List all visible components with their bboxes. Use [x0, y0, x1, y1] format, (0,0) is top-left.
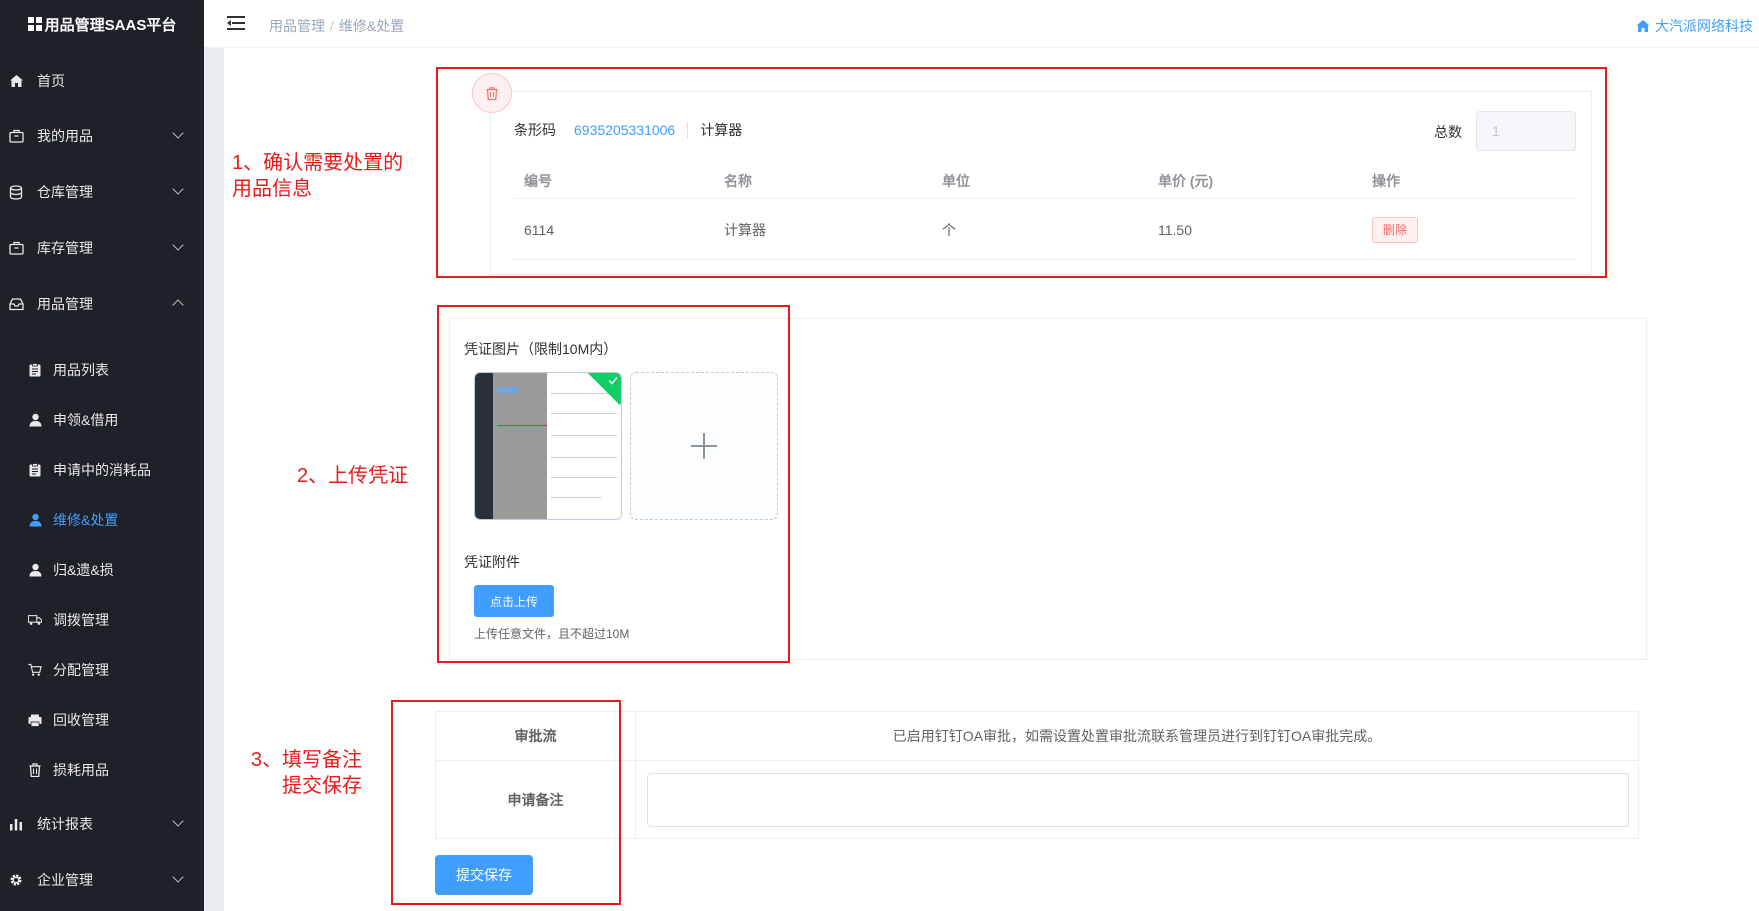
sidebar-subitem-pending-consumables[interactable]: 申请中的消耗品 [0, 450, 204, 490]
trash-icon [28, 763, 42, 777]
sidebar-item-inventory[interactable]: 库存管理 [0, 228, 204, 268]
sidebar-subitem-label: 维修&处置 [53, 512, 119, 528]
annotation-step3: 3、填写备注 提交保存 [250, 749, 362, 797]
sidebar-item-label: 我的用品 [37, 128, 93, 144]
sidebar-item-label: 企业管理 [37, 872, 93, 888]
sidebar-item-home[interactable]: 首页 [0, 61, 204, 101]
sidebar-subitem-claim-borrow[interactable]: 申领&借用 [0, 400, 204, 440]
printer-icon [28, 713, 42, 727]
sidebar-item-supplies-management[interactable]: 用品管理 [0, 284, 204, 324]
user-icon [28, 513, 42, 527]
annotation-box-step1 [436, 67, 1607, 278]
sidebar-subitem-label: 申领&借用 [53, 412, 119, 428]
sidebar-item-label: 仓库管理 [37, 184, 93, 200]
sidebar-item-label: 用品管理 [37, 296, 93, 312]
cart-icon [28, 663, 42, 677]
breadcrumb-item[interactable]: 用品管理 [269, 18, 325, 34]
sidebar-subitem-repair-disposal[interactable]: 维修&处置 [0, 500, 204, 540]
annotation-step2: 2、上传凭证 [297, 465, 409, 487]
content-gutter [204, 48, 224, 911]
chevron-down-icon [172, 183, 184, 195]
sidebar: 用品管理SAAS平台 首页 我的用品 仓库管理 库存管理 用品管理 用品列表 申… [0, 0, 204, 911]
sidebar-subitem-label: 回收管理 [53, 712, 109, 728]
sidebar-subitem-transfer[interactable]: 调拨管理 [0, 600, 204, 640]
sidebar-subitem-label: 用品列表 [53, 362, 109, 378]
approval-value: 已启用钉钉OA审批，如需设置处置审批流联系管理员进行到钉钉OA审批完成。 [892, 728, 1382, 744]
app-logo[interactable]: 用品管理SAAS平台 [0, 0, 204, 48]
inbox-icon [8, 296, 24, 312]
sidebar-subitem-label: 损耗用品 [53, 762, 109, 778]
clipboard-icon [28, 363, 42, 377]
database-icon [8, 184, 24, 200]
annotation-box-step2 [437, 305, 790, 663]
clipboard-icon [28, 463, 42, 477]
sidebar-subitem-return-lost-damaged[interactable]: 归&遗&损 [0, 550, 204, 590]
grid-icon [27, 17, 42, 31]
home-icon [1636, 20, 1650, 32]
chevron-down-icon [172, 127, 184, 139]
app-title: 用品管理SAAS平台 [44, 16, 177, 34]
chevron-down-icon [172, 815, 184, 827]
top-header: 用品管理 / 维修&处置 大汽派网络科技 [204, 0, 1759, 48]
remark-textarea[interactable] [647, 773, 1629, 827]
sidebar-subitem-label: 调拨管理 [53, 612, 109, 628]
chevron-down-icon [172, 239, 184, 251]
user-icon [28, 413, 42, 427]
briefcase-icon [8, 240, 24, 256]
chevron-down-icon [172, 871, 184, 883]
sidebar-item-reports[interactable]: 统计报表 [0, 804, 204, 844]
briefcase-icon [8, 128, 24, 144]
chevron-up-icon [172, 299, 184, 311]
breadcrumb: 用品管理 / 维修&处置 [269, 18, 405, 34]
menu-toggle-icon[interactable] [227, 16, 245, 31]
sidebar-item-enterprise[interactable]: 企业管理 [0, 860, 204, 900]
company-name: 大汽派网络科技 [1655, 18, 1753, 34]
sidebar-subitem-label: 分配管理 [53, 662, 109, 678]
sidebar-subitem-allocation[interactable]: 分配管理 [0, 650, 204, 690]
sidebar-item-label: 统计报表 [37, 816, 93, 832]
sidebar-subitem-label: 归&遗&损 [53, 562, 114, 578]
annotation-step1: 1、确认需要处置的 用品信息 [232, 152, 404, 200]
truck-icon [28, 613, 42, 627]
sidebar-item-label: 库存管理 [37, 240, 93, 256]
sidebar-item-label: 首页 [37, 73, 65, 89]
sidebar-subitem-supplies-list[interactable]: 用品列表 [0, 350, 204, 390]
home-icon [8, 73, 24, 89]
sidebar-subitem-loss[interactable]: 损耗用品 [0, 750, 204, 790]
sidebar-subitem-label: 申请中的消耗品 [53, 462, 151, 478]
sidebar-item-warehouse[interactable]: 仓库管理 [0, 172, 204, 212]
sidebar-item-my-supplies[interactable]: 我的用品 [0, 116, 204, 156]
gear-icon [8, 872, 24, 888]
breadcrumb-current: 维修&处置 [338, 18, 405, 34]
user-icon [28, 563, 42, 577]
annotation-box-step3 [391, 700, 621, 905]
company-link[interactable]: 大汽派网络科技 [1636, 16, 1753, 36]
sidebar-subitem-recycle[interactable]: 回收管理 [0, 700, 204, 740]
bar-chart-icon [8, 816, 24, 832]
